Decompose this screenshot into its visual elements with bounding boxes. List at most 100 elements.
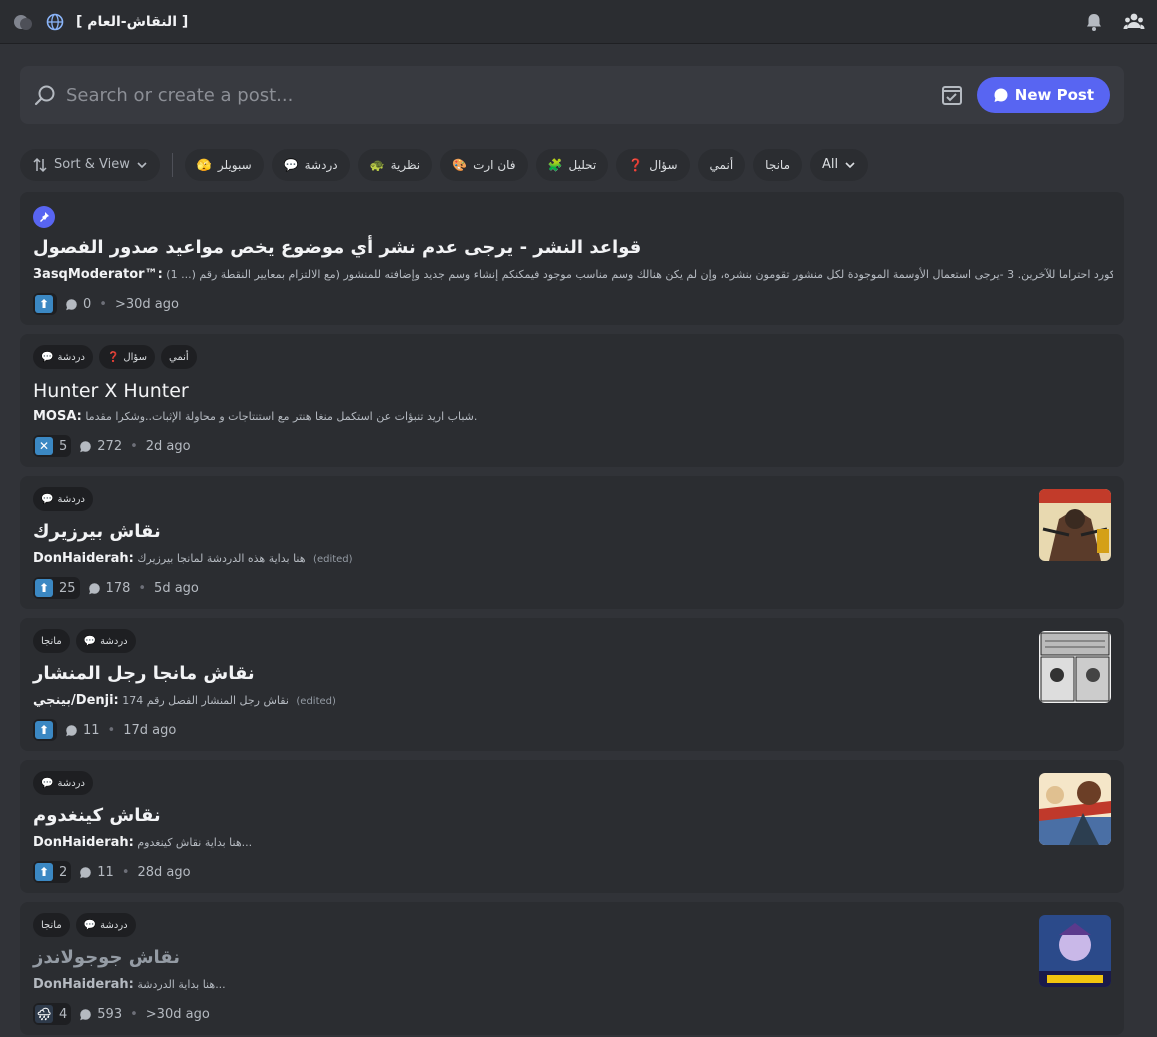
reaction-badge[interactable]: ⬆ [33,719,57,741]
post-card[interactable]: 💬 دردشة نقاش كينغدوم DonHaiderah: هنا بدا… [20,760,1124,893]
post-title[interactable]: نقاش جوجولاندز [33,947,180,968]
post-title[interactable]: نقاش بيرزيرك [33,521,161,542]
reaction-badge[interactable]: ✕ 5 [33,435,72,457]
comment-count: 11 [79,865,114,880]
comment-count: 593 [79,1007,122,1022]
tag-label: سؤال [123,351,147,363]
tag-emoji: 💬 [83,635,97,647]
post-title[interactable]: قواعد النشر - يرجى عدم نشر أي موضوع يخص … [33,237,641,258]
search-bar[interactable]: Search or create a post... New Post [20,66,1124,124]
post-stats: 🌧 4 593 • >30d ago [33,1003,210,1025]
comment-count-value: 593 [97,1006,123,1022]
edited-label: (edited) [296,696,336,707]
arrow-up-icon: ⬆ [35,579,53,597]
post-tag: 💬 دردشة [75,629,136,653]
post-age: 17d ago [123,722,177,738]
tag-label: فان ارت [473,157,516,172]
tag-label: دردشة [57,777,85,789]
post-tag: 💬 دردشة [33,487,93,511]
post-thumbnail[interactable] [1039,915,1111,987]
tag-label: دردشة [57,493,85,505]
post-card[interactable]: 💬 دردشة نقاش بيرزيرك DonHaiderah: هنا بدا… [20,476,1124,609]
chat-bubble-icon [88,582,100,594]
post-title[interactable]: Hunter X Hunter [33,380,189,402]
post-card[interactable]: مانجا 💬 دردشة نقاش مانجا رجل المنشار بينج… [20,618,1124,751]
sort-icon [33,157,47,172]
tag-filter-anime[interactable]: أنمي [697,148,746,181]
tag-filter-analysis[interactable]: 🧩 تحليل [535,148,609,181]
tag-filter-question[interactable]: ❓ سؤال [616,148,690,181]
post-card[interactable]: قواعد النشر - يرجى عدم نشر أي موضوع يخص … [20,192,1124,325]
post-preview: MOSA: شباب اريد تنبؤات عن استكمل منغا هن… [33,409,477,424]
post-stats: ✕ 5 272 • 2d ago [33,435,191,457]
filter-divider [171,152,173,177]
sort-view-button[interactable]: Sort & View [20,148,160,181]
post-author: 3asqModerator™: [33,267,163,282]
chat-bubble-icon [80,440,92,452]
tag-filter-fanart[interactable]: 🎨 فان ارت [440,148,528,181]
tag-emoji: 💬 [83,919,97,931]
post-preview-text: هنا بداية الدردشة... [137,978,226,991]
post-preview-text: هنا بداية نقاش كينغدوم... [137,836,253,849]
tag-label: تحليل [568,157,597,172]
post-template-icon[interactable] [941,84,963,106]
post-title[interactable]: نقاش كينغدوم [33,805,161,826]
post-thumbnail[interactable] [1039,773,1111,845]
tag-filter-chat[interactable]: 💬 دردشة [271,148,350,181]
search-icon [34,84,56,106]
comment-count-value: 0 [83,296,92,312]
post-age: >30d ago [114,296,179,312]
tag-label: أنمي [168,351,189,363]
post-title[interactable]: نقاش مانجا رجل المنشار [33,663,255,684]
threads-icon[interactable] [12,11,34,33]
cloud-rain-icon: 🌧 [35,1005,53,1023]
tag-emoji: 🐢 [369,157,385,172]
post-thumbnail[interactable] [1039,489,1111,561]
reaction-badge[interactable]: ⬆ [33,293,57,315]
search-input[interactable]: Search or create a post... [66,85,941,106]
post-tag: 💬 دردشة [33,345,93,369]
reaction-badge[interactable]: ⬆ 2 [33,861,72,883]
post-preview: بينجي/Denji: نقاش رجل المنشار الفصل رقم … [33,693,336,708]
reaction-count: 25 [59,580,76,596]
post-preview: DonHaiderah: هنا بداية نقاش كينغدوم... [33,835,252,850]
post-preview-text: هنا بداية هذه الدردشة لمانجا بيرزيرك [137,552,306,565]
arrow-up-icon: ⬆ [35,863,53,881]
post-author: DonHaiderah: [33,551,134,566]
separator-dot: • [99,296,107,312]
separator-dot: • [138,580,147,596]
chat-bubble-icon [80,1008,92,1020]
separator-dot: • [107,722,116,738]
tag-filter-spoiler[interactable]: 🫣 سبويلر [184,148,264,181]
post-tag: مانجا [33,913,70,937]
tag-emoji: 🧩 [547,157,563,172]
members-icon[interactable] [1123,11,1145,33]
post-tags: 💬 دردشة [33,771,93,795]
post-author: بينجي/Denji: [33,693,119,708]
tag-emoji: 🫣 [196,157,212,172]
bell-icon[interactable] [1083,11,1105,33]
tag-filter-manga[interactable]: مانجا [753,148,802,181]
tag-filter-theory[interactable]: 🐢 نظرية [357,148,433,181]
post-card[interactable]: مانجا 💬 دردشة نقاش جوجولاندز DonHaiderah:… [20,902,1124,1035]
new-post-button[interactable]: New Post [976,77,1110,113]
post-preview: DonHaiderah: هنا بداية الدردشة... [33,977,226,992]
comment-count: 11 [65,723,100,738]
reaction-badge[interactable]: ⬆ 25 [33,577,80,599]
tag-emoji: 💬 [41,351,54,363]
post-card[interactable]: 💬 دردشة ❓ سؤال أنمي Hunter X Hunter MOSA: … [20,334,1124,467]
tag-label: سبويلر [217,157,252,172]
tag-emoji: 💬 [283,157,299,172]
post-thumbnail[interactable] [1039,631,1111,703]
tag-label: دردشة [100,635,128,647]
comment-count: 272 [79,439,122,454]
chat-bubble-icon [66,298,77,310]
post-author: MOSA: [33,409,82,424]
tag-label: دردشة [304,157,338,172]
post-stats: ⬆ 0 • >30d ago [33,293,179,315]
tag-filter-all[interactable]: All [810,148,869,181]
comment-count-value: 272 [97,438,123,454]
reaction-badge[interactable]: 🌧 4 [33,1003,72,1025]
tag-label: مانجا [41,635,62,647]
tag-label: All [822,157,839,172]
